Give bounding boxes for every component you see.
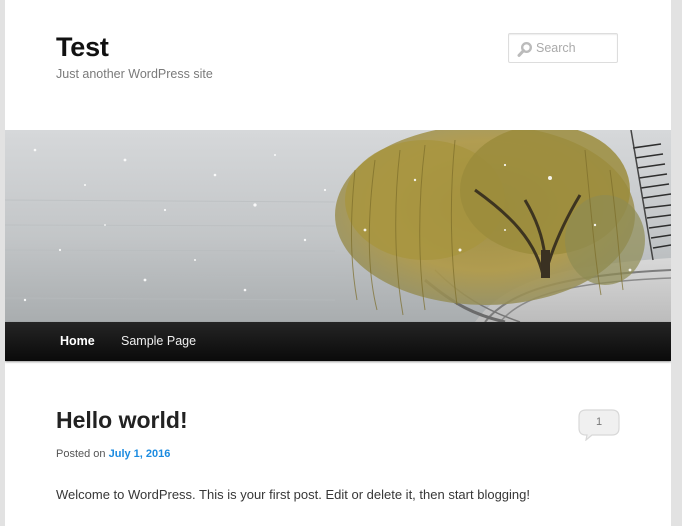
nav-item-home[interactable]: Home: [60, 322, 95, 361]
main-navigation: Home Sample Page: [5, 322, 671, 361]
comment-count[interactable]: 1: [578, 410, 620, 434]
header-image[interactable]: [5, 130, 671, 322]
post-title[interactable]: Hello world!: [56, 404, 188, 436]
posted-on-label: Posted on: [56, 448, 106, 460]
search-form[interactable]: [508, 33, 618, 63]
entry-meta: Posted on July 1, 2016: [56, 446, 170, 462]
snowy-willow-lake-image: [5, 130, 671, 322]
nav-item-sample-page[interactable]: Sample Page: [121, 322, 196, 361]
post-content: Welcome to WordPress. This is your first…: [56, 487, 530, 502]
post-date-link[interactable]: July 1, 2016: [109, 448, 171, 460]
site-title[interactable]: Test: [56, 30, 109, 64]
search-icon: [517, 41, 533, 57]
page: Test Just another WordPress site Search …: [5, 0, 671, 526]
site-description: Just another WordPress site: [56, 67, 213, 81]
search-input[interactable]: [536, 38, 614, 58]
